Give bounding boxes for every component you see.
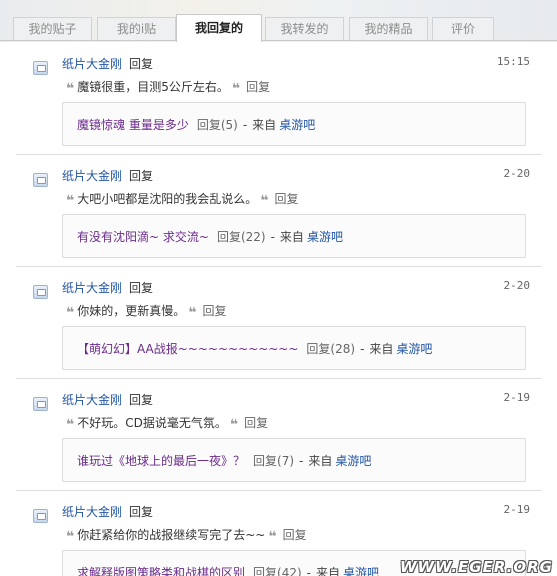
- thread-title-link[interactable]: 魔镜惊魂 重量是多少: [77, 118, 189, 132]
- username-link[interactable]: 纸片大金刚: [62, 279, 122, 296]
- watermark: WWW.EGER.ORG: [400, 558, 553, 576]
- forum-link[interactable]: 桌游吧: [279, 118, 315, 132]
- divider: [16, 378, 541, 379]
- action-label: 回复: [129, 57, 154, 71]
- open-quote-icon: ❝: [66, 417, 75, 433]
- reply-text: 你赶紧给你的战报继续写完了去~~: [77, 528, 266, 542]
- tab-my-i-posts[interactable]: 我的i贴: [97, 17, 176, 41]
- reply-item: 纸片大金刚 回复 2-19 ❝ 不好玩。CD据说毫无气氛。 ❝ 回复 谁玩过《地球上的…: [0, 383, 557, 495]
- username-link[interactable]: 纸片大金刚: [62, 391, 122, 408]
- close-quote-icon: ❝: [260, 193, 269, 209]
- divider: [16, 490, 541, 491]
- thread-box: 魔镜惊魂 重量是多少 回复(5) - 来自 桌游吧: [62, 102, 526, 146]
- forum-link[interactable]: 桌游吧: [396, 342, 432, 356]
- from-label: 来自: [252, 118, 277, 132]
- reply-text: 大吧小吧都是沈阳的我会乱说么。: [77, 192, 258, 206]
- thread-box: 有没有沈阳滴~ 求交流~ 回复(22) - 来自 桌游吧: [62, 214, 526, 258]
- thread-title-link[interactable]: 【萌幻幻】AA战报~~~~~~~~~~~~: [77, 342, 298, 356]
- action-label: 回复: [129, 505, 154, 519]
- reply-text: 你妹的，更新真慢。: [77, 304, 186, 318]
- thread-box: 谁玩过《地球上的最后一夜》？ 回复(7) - 来自 桌游吧: [62, 438, 526, 482]
- from-label: 来自: [279, 230, 304, 244]
- reply-line: ❝ 你赶紧给你的战报继续写完了去~~ ❝ 回复: [66, 526, 307, 545]
- from-label: 来自: [369, 342, 394, 356]
- thread-reply-count[interactable]: 回复(22): [217, 230, 266, 244]
- reply-line: ❝ 大吧小吧都是沈阳的我会乱说么。 ❝ 回复: [66, 190, 298, 209]
- reply-button[interactable]: 回复: [202, 304, 226, 318]
- thread-reply-count[interactable]: 回复(28): [306, 342, 355, 356]
- reply-text: 不好玩。CD据说毫无气氛。: [77, 416, 227, 430]
- user-avatar-icon[interactable]: [33, 61, 48, 75]
- close-quote-icon: ❝: [229, 417, 239, 433]
- action-label: 回复: [129, 393, 154, 407]
- tab-my-featured[interactable]: 我的精品: [349, 17, 428, 41]
- tab-my-forwards[interactable]: 我转发的: [265, 17, 344, 41]
- divider: [16, 154, 541, 155]
- separator-dash: -: [306, 566, 311, 576]
- thread-reply-count[interactable]: 回复(5): [197, 118, 238, 132]
- post-time: 2-20: [503, 167, 531, 180]
- post-time: 2-19: [503, 503, 531, 516]
- user-avatar-icon[interactable]: [33, 397, 48, 411]
- post-time: 2-20: [503, 279, 531, 292]
- post-time: 2-19: [503, 391, 531, 404]
- username-link[interactable]: 纸片大金刚: [62, 503, 122, 520]
- thread-box: 【萌幻幻】AA战报~~~~~~~~~~~~ 回复(28) - 来自 桌游吧: [62, 326, 526, 370]
- reply-item: 纸片大金刚 回复 15:15 ❝ 魔镜很重，目测5公斤左右。 ❝ 回复 魔镜惊魂 重量…: [0, 47, 557, 159]
- close-quote-icon: ❝: [268, 529, 277, 545]
- reply-button[interactable]: 回复: [283, 528, 307, 542]
- close-quote-icon: ❝: [188, 305, 197, 321]
- forum-link[interactable]: 桌游吧: [307, 230, 343, 244]
- tab-ratings[interactable]: 评价: [432, 17, 494, 41]
- from-label: 来自: [316, 566, 341, 576]
- reply-text: 魔镜很重，目测5公斤左右。: [77, 80, 229, 94]
- user-avatar-icon[interactable]: [33, 173, 48, 187]
- thread-reply-count[interactable]: 回复(42): [253, 566, 302, 576]
- action-label: 回复: [129, 281, 154, 295]
- reply-button[interactable]: 回复: [244, 416, 268, 430]
- user-avatar-icon[interactable]: [33, 285, 48, 299]
- forum-link[interactable]: 桌游吧: [343, 566, 379, 576]
- separator-dash: -: [360, 342, 365, 356]
- open-quote-icon: ❝: [66, 529, 75, 545]
- user-avatar-icon[interactable]: [33, 509, 48, 523]
- action-label: 回复: [129, 169, 154, 183]
- reply-button[interactable]: 回复: [246, 80, 270, 94]
- open-quote-icon: ❝: [66, 305, 75, 321]
- reply-line: ❝ 不好玩。CD据说毫无气氛。 ❝ 回复: [66, 414, 268, 433]
- reply-item: 纸片大金刚 回复 2-20 ❝ 大吧小吧都是沈阳的我会乱说么。 ❝ 回复 有没有沈阳滴…: [0, 159, 557, 271]
- reply-button[interactable]: 回复: [274, 192, 298, 206]
- reply-line: ❝ 魔镜很重，目测5公斤左右。 ❝ 回复: [66, 78, 270, 97]
- username-link[interactable]: 纸片大金刚: [62, 167, 122, 184]
- tab-my-replies[interactable]: 我回复的: [176, 14, 262, 42]
- open-quote-icon: ❝: [66, 193, 75, 209]
- thread-title-link[interactable]: 有没有沈阳滴~ 求交流~: [77, 230, 209, 244]
- separator-dash: -: [270, 230, 275, 244]
- separator-dash: -: [299, 454, 304, 468]
- reply-item: 纸片大金刚 回复 2-20 ❝ 你妹的，更新真慢。 ❝ 回复 【萌幻幻】AA战报~~~…: [0, 271, 557, 383]
- divider: [16, 266, 541, 267]
- from-label: 来自: [308, 454, 333, 468]
- separator-dash: -: [242, 118, 248, 132]
- open-quote-icon: ❝: [66, 81, 75, 97]
- thread-title-link[interactable]: 求解释版图策略类和战棋的区别: [77, 566, 245, 576]
- username-link[interactable]: 纸片大金刚: [62, 55, 122, 72]
- tab-bar: 我的贴子 我的i贴 我回复的 我转发的 我的精品 评价: [0, 0, 557, 42]
- post-time: 15:15: [496, 55, 530, 68]
- forum-link[interactable]: 桌游吧: [335, 454, 371, 468]
- tab-my-posts[interactable]: 我的贴子: [13, 17, 92, 41]
- thread-reply-count[interactable]: 回复(7): [253, 454, 294, 468]
- thread-title-link[interactable]: 谁玩过《地球上的最后一夜》？: [77, 454, 245, 468]
- close-quote-icon: ❝: [231, 81, 241, 97]
- reply-line: ❝ 你妹的，更新真慢。 ❝ 回复: [66, 302, 226, 321]
